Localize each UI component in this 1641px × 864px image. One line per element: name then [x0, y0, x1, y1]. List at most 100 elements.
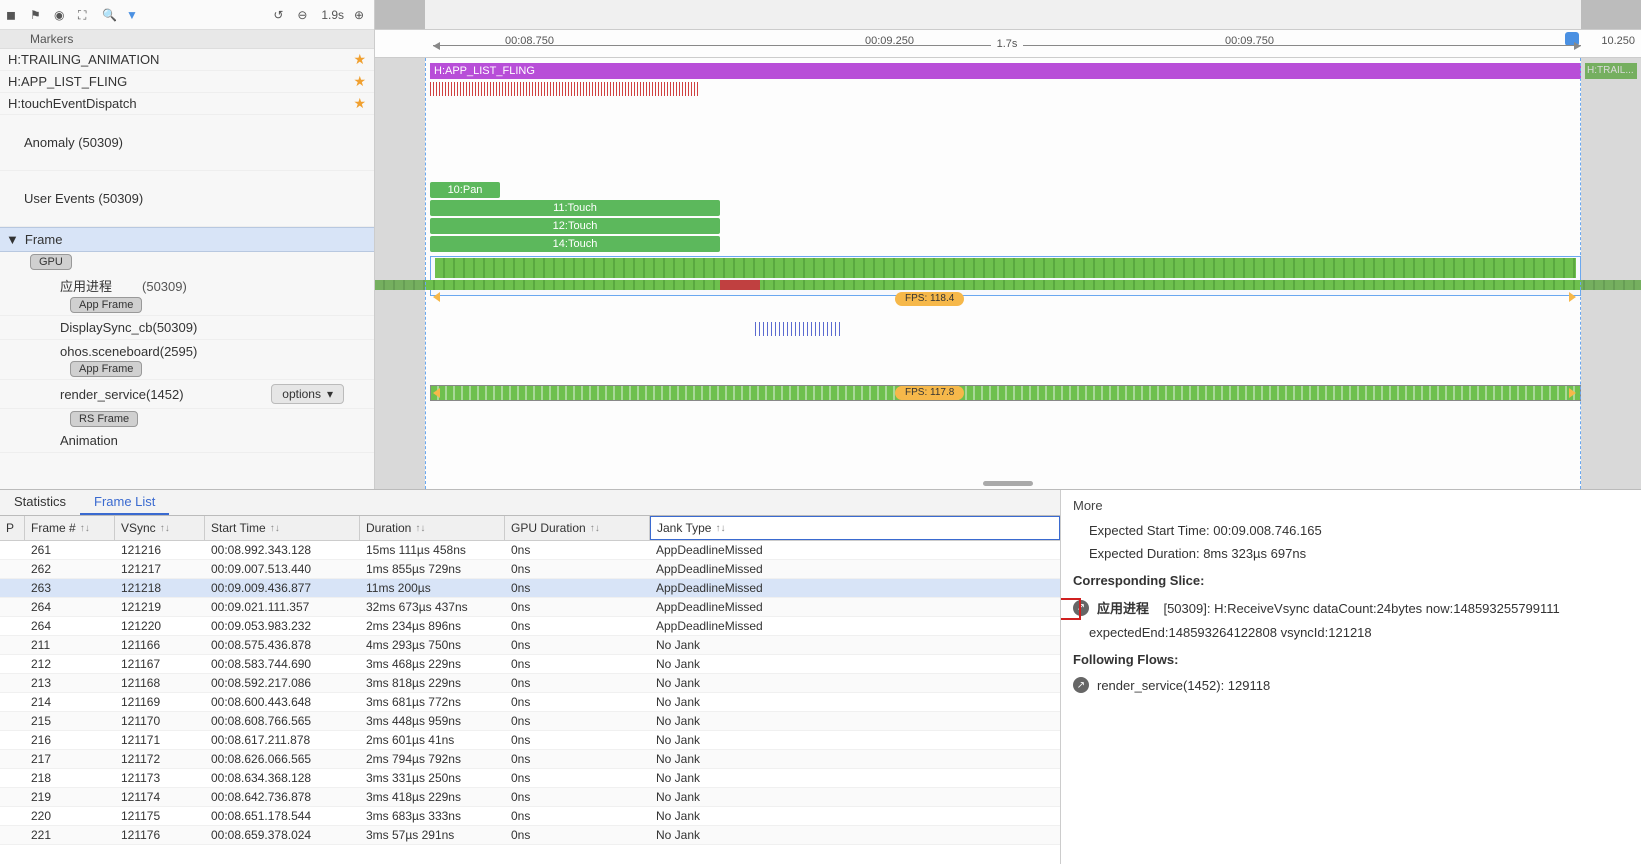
table-row[interactable]: 21512117000:08.608.766.5653ms 448µs 959n… — [0, 712, 1060, 731]
tab-statistics[interactable]: Statistics — [0, 490, 80, 515]
sort-icon: ↑↓ — [270, 523, 280, 534]
event-pan[interactable]: 10:Pan — [430, 182, 500, 198]
frame-section-header[interactable]: ▼ Frame — [0, 227, 374, 252]
table-row[interactable]: 21212116700:08.583.744.6903ms 468µs 229n… — [0, 655, 1060, 674]
panel-drag-handle[interactable] — [983, 481, 1033, 486]
col-start[interactable]: Start Time↑↓ — [205, 516, 360, 540]
event-touch-14[interactable]: 14:Touch — [430, 236, 720, 252]
col-gpu-duration[interactable]: GPU Duration↑↓ — [505, 516, 650, 540]
col-duration[interactable]: Duration↑↓ — [360, 516, 505, 540]
marker-touch-event-dispatch[interactable]: H:touchEventDispatch★ — [0, 93, 374, 115]
sceneboard-row[interactable]: ohos.sceneboard(2595) App Frame — [0, 340, 374, 380]
star-icon[interactable]: ★ — [353, 73, 366, 90]
following-flows-heading: Following Flows: — [1073, 644, 1629, 673]
sort-icon: ↑↓ — [715, 523, 725, 534]
touch-event-ticks — [430, 82, 760, 96]
col-frame[interactable]: Frame #↑↓ — [25, 516, 115, 540]
gpu-frame-strip[interactable] — [435, 258, 1576, 278]
rs-frame-badge: RS Frame — [70, 411, 138, 427]
display-sync-row[interactable]: DisplaySync_cb(50309) — [0, 316, 374, 340]
table-row[interactable]: 26412121900:09.021.111.35732ms 673µs 437… — [0, 598, 1060, 617]
jump-icon[interactable]: ↗ — [1073, 677, 1089, 693]
table-row[interactable]: 26412122000:09.053.983.2322ms 234µs 896n… — [0, 617, 1060, 636]
detail-panel: More Expected Start Time: 00:09.008.746.… — [1061, 490, 1641, 864]
markers-label: Markers — [0, 30, 374, 49]
col-p[interactable]: P — [0, 516, 25, 540]
anomaly-section[interactable]: Anomaly (50309) — [0, 115, 374, 171]
app-frame-badge-2: App Frame — [70, 361, 142, 377]
filter-icon[interactable]: ▼ — [126, 8, 140, 22]
bottom-tabs: Statistics Frame List — [0, 490, 1060, 516]
render-service-strip[interactable] — [430, 385, 1581, 401]
expected-end: expectedEnd:148593264122808 vsyncId:1212… — [1073, 621, 1629, 644]
fps-badge-2: FPS: 117.8 — [895, 386, 964, 400]
app-frame-badge: App Frame — [70, 297, 142, 313]
sort-icon: ↑↓ — [590, 523, 600, 534]
select-icon[interactable]: ⛶ — [78, 8, 92, 22]
table-row[interactable]: 21312116800:08.592.217.0863ms 818µs 229n… — [0, 674, 1060, 693]
overview-strip[interactable] — [375, 0, 1641, 30]
table-body[interactable]: 26112121600:08.992.343.12815ms 111µs 458… — [0, 541, 1060, 864]
arrow-left-icon — [433, 292, 440, 302]
stop-icon[interactable]: ◼ — [6, 8, 20, 22]
table-row[interactable]: 21812117300:08.634.368.1283ms 331µs 250n… — [0, 769, 1060, 788]
star-icon[interactable]: ★ — [353, 95, 366, 112]
arrow-right-icon — [1569, 388, 1576, 398]
table-row[interactable]: 26312121800:09.009.436.87711ms 200µs0nsA… — [0, 579, 1060, 598]
corresponding-slice-heading: Corresponding Slice: — [1073, 565, 1629, 594]
table-row[interactable]: 26112121600:08.992.343.12815ms 111µs 458… — [0, 541, 1060, 560]
sort-icon: ↑↓ — [160, 523, 170, 534]
sort-icon: ↑↓ — [415, 523, 425, 534]
table-row[interactable]: 21112116600:08.575.436.8784ms 293µs 750n… — [0, 636, 1060, 655]
undo-icon[interactable]: ↺ — [273, 8, 287, 22]
expected-start: Expected Start Time: 00:09.008.746.165 — [1073, 519, 1629, 542]
app-list-fling-bar[interactable]: H:APP_LIST_FLING — [430, 63, 1581, 79]
app-process-row[interactable]: 应用进程(50309) App Frame — [0, 272, 374, 316]
time-ruler[interactable]: 00:08.750 00:09.250 00:09.750 10.250 1.7… — [375, 30, 1641, 58]
col-vsync[interactable]: VSync↑↓ — [115, 516, 205, 540]
flag-icon[interactable]: ⚑ — [30, 8, 44, 22]
fps-badge-1: FPS: 118.4 — [895, 292, 964, 306]
table-row[interactable]: 22012117500:08.651.178.5443ms 683µs 333n… — [0, 807, 1060, 826]
annotation-box — [1061, 598, 1081, 620]
timeline[interactable]: 00:08.750 00:09.250 00:09.750 10.250 1.7… — [375, 0, 1641, 489]
arrow-right-icon — [1569, 292, 1576, 302]
event-touch-11[interactable]: 11:Touch — [430, 200, 720, 216]
col-jank-type[interactable]: Jank Type↑↓ — [650, 516, 1060, 540]
table-row[interactable]: 21412116900:08.600.443.6483ms 681µs 772n… — [0, 693, 1060, 712]
zoom-out-icon[interactable]: ⊖ — [297, 8, 311, 22]
animation-row[interactable]: Animation — [0, 429, 374, 453]
options-dropdown[interactable]: options▾ — [271, 384, 344, 404]
sort-icon: ↑↓ — [80, 523, 90, 534]
star-icon[interactable]: ★ — [353, 51, 366, 68]
table-header: P Frame #↑↓ VSync↑↓ Start Time↑↓ Duratio… — [0, 516, 1060, 541]
search-icon[interactable]: 🔍 — [102, 8, 116, 22]
detail-more: More — [1073, 498, 1629, 519]
chevron-down-icon: ▾ — [327, 387, 333, 401]
toolbar: ◼ ⚑ ◉ ⛶ 🔍 ▼ ↺ ⊖ 1.9s ⊕ — [0, 0, 374, 30]
globe-icon[interactable]: ◉ — [54, 8, 68, 22]
arrow-left-icon — [433, 388, 440, 398]
zoom-in-icon[interactable]: ⊕ — [354, 8, 368, 22]
overview-duration: 1.9s — [321, 8, 344, 22]
chevron-down-icon: ▼ — [6, 232, 19, 247]
table-row[interactable]: 21712117200:08.626.066.5652ms 794µs 792n… — [0, 750, 1060, 769]
event-touch-12[interactable]: 12:Touch — [430, 218, 720, 234]
app-frame-strip[interactable] — [375, 280, 1641, 290]
expected-duration: Expected Duration: 8ms 323µs 697ns — [1073, 542, 1629, 565]
marker-trailing-animation[interactable]: H:TRAILING_ANIMATION★ — [0, 49, 374, 71]
tab-frame-list[interactable]: Frame List — [80, 490, 169, 515]
table-row[interactable]: 21912117400:08.642.736.8783ms 418µs 229n… — [0, 788, 1060, 807]
sidebar: ◼ ⚑ ◉ ⛶ 🔍 ▼ ↺ ⊖ 1.9s ⊕ Markers H:TRAILIN… — [0, 0, 375, 489]
table-row[interactable]: 26212121700:09.007.513.4401ms 855µs 729n… — [0, 560, 1060, 579]
marker-app-list-fling[interactable]: H:APP_LIST_FLING★ — [0, 71, 374, 93]
table-row[interactable]: 22112117600:08.659.378.0243ms 57µs 291ns… — [0, 826, 1060, 845]
following-flow[interactable]: ↗ render_service(1452): 129118 — [1073, 673, 1629, 697]
gpu-badge: GPU — [30, 254, 72, 270]
render-service-row[interactable]: render_service(1452) options▾ — [0, 380, 374, 409]
display-sync-ticks — [755, 322, 875, 336]
user-events-section[interactable]: User Events (50309) — [0, 171, 374, 227]
table-row[interactable]: 21612117100:08.617.211.8782ms 601µs 41ns… — [0, 731, 1060, 750]
jank-segment[interactable] — [720, 280, 760, 290]
corresponding-slice[interactable]: ↗ 应用进程 [50309]: H:ReceiveVsync dataCount… — [1073, 594, 1629, 621]
